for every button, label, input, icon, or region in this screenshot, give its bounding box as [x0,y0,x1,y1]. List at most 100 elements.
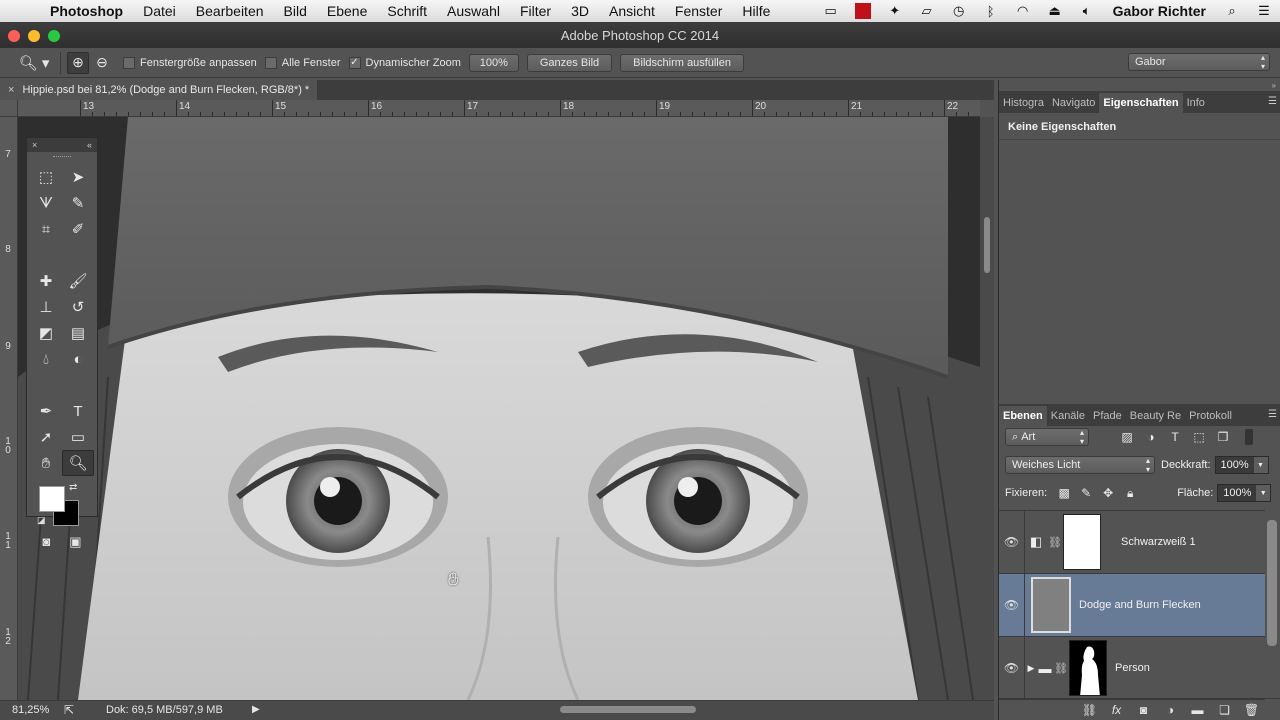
pen-tool-icon[interactable]: ✒ [30,398,62,424]
brush-tool-icon[interactable]: 🖌︎ [62,268,94,294]
horizontal-scrollbar-thumb[interactable] [560,706,696,713]
zoom-tool-preset-icon[interactable]: 🔍︎ ▾ [14,54,54,72]
tab-history[interactable]: Protokoll [1185,406,1236,426]
menu-app-photoshop[interactable]: Photoshop [40,3,133,19]
tab-properties[interactable]: Eigenschaften [1099,93,1183,113]
eyedropper-tool-icon[interactable]: ✐ [62,216,94,242]
layer-filter-select[interactable]: ⌕ Art ▴ ▾ [1005,428,1089,446]
new-group-icon[interactable]: ▬ [1184,703,1211,717]
lasso-tool-icon[interactable]: ᗐ [30,190,62,216]
vertical-ruler[interactable]: 7 8 9 1 0 1 1 1 2 [0,117,18,700]
zoom-out-icon[interactable]: ⊖ [91,52,113,74]
link-layers-icon[interactable]: ⛓︎ [1076,703,1103,717]
export-icon[interactable]: ⇱ [64,703,74,717]
status-menu-arrow-icon[interactable]: ▶ [252,704,260,715]
window-zoom-button[interactable] [48,30,60,42]
screen-mode-icon[interactable]: ▣ [69,534,81,550]
fit-screen-button[interactable]: Ganzes Bild [526,53,613,72]
ruler-origin[interactable] [0,100,18,117]
window-close-button[interactable] [8,30,20,42]
zoom-level[interactable]: 81,25% [12,704,49,716]
mask-link-icon[interactable]: ⛓︎ [1053,662,1069,675]
gradient-tool-icon[interactable]: ▤ [62,320,94,346]
wifi-icon[interactable]: ◠ [1012,3,1034,19]
zoom-100-button[interactable]: 100% [468,53,519,72]
blur-tool-icon[interactable]: 💧︎ [30,346,62,372]
zoom-in-icon[interactable]: ⊕ [67,51,89,74]
rectangle-tool-icon[interactable]: ▭ [62,424,94,450]
menu-hilfe[interactable]: Hilfe [732,3,780,19]
dodge-tool-icon[interactable]: ◐ [62,346,94,372]
spotlight-search-icon[interactable]: ⌕ [1221,3,1243,19]
fill-screen-button[interactable]: Bildschirm ausfüllen [620,53,744,72]
add-mask-icon[interactable]: ◙ [1130,703,1157,717]
filter-adjustment-icon[interactable]: ◑ [1139,430,1163,444]
trash-icon[interactable]: 🗑︎ [1238,703,1265,717]
tab-beauty-retouch[interactable]: Beauty Re [1126,406,1185,426]
volume-icon[interactable]: 🔈︎ [1076,3,1098,19]
eject-icon[interactable]: ⏏ [1044,3,1066,19]
menu-datei[interactable]: Datei [133,3,186,19]
healing-brush-tool-icon[interactable]: ✚ [30,268,62,294]
lock-position-icon[interactable]: ✥ [1097,486,1119,501]
menu-auswahl[interactable]: Auswahl [437,3,510,19]
menu-3d[interactable]: 3D [561,3,599,19]
airplay-display-icon[interactable]: ▭ [820,3,842,19]
window-minimize-button[interactable] [28,30,40,42]
notification-center-icon[interactable]: ☰ [1253,3,1275,19]
group-mask-thumbnail[interactable] [1069,640,1107,696]
lock-all-icon[interactable]: 🔒︎ [1119,486,1141,501]
bluetooth-icon[interactable]: ᛒ [980,3,1002,19]
tab-navigator[interactable]: Navigato [1048,93,1099,113]
canvas-vertical-scrollbar[interactable] [980,117,994,700]
horizontal-ruler[interactable]: 13 14 15 16 17 18 19 20 21 22 [18,100,980,117]
chevron-down-icon[interactable]: ▼ [1253,457,1268,473]
layer-name[interactable]: Schwarzweiß 1 [1121,536,1196,548]
layer-row-person[interactable]: 👁︎ ▶ ▬ ⛓︎ Person [999,636,1265,700]
lock-transparency-icon[interactable]: ▩ [1053,486,1075,501]
menu-bild[interactable]: Bild [274,3,317,19]
tab-paths[interactable]: Pfade [1089,406,1126,426]
collapse-panel-icon[interactable]: « [87,140,92,150]
tab-histogram[interactable]: Histogra [999,93,1048,113]
red-app-icon[interactable] [852,3,874,19]
path-selection-tool-icon[interactable]: ➚ [30,424,62,450]
visibility-eye-icon[interactable]: 👁︎ [999,510,1025,574]
layer-list-scrollbar[interactable] [1267,520,1277,646]
resize-windows-checkbox[interactable]: Fenstergröße anpassen [123,56,257,69]
tab-info[interactable]: Info [1183,93,1209,113]
menu-schrift[interactable]: Schrift [377,3,437,19]
move-tool-icon[interactable]: ➤ [62,164,94,190]
panel-menu-icon[interactable]: ☰ [1268,409,1277,420]
expand-group-icon[interactable]: ▶ [1025,663,1037,674]
scrubby-zoom-checkbox[interactable]: ✓ Dynamischer Zoom [348,56,461,69]
filter-toggle[interactable] [1245,429,1253,445]
lock-pixels-icon[interactable]: ✎ [1075,486,1097,501]
filter-smart-object-icon[interactable]: ❐ [1211,430,1235,444]
type-tool-icon[interactable]: T [62,398,94,424]
hand-tool-icon[interactable]: ✋︎ [30,450,62,476]
dropbox-icon[interactable]: ✦ [884,3,906,19]
filter-type-icon[interactable]: T [1163,430,1187,444]
visibility-eye-icon[interactable]: 👁︎ [999,636,1025,700]
time-machine-icon[interactable]: ◷ [948,3,970,19]
panel-menu-icon[interactable]: ☰ [1268,96,1277,107]
default-colors-icon[interactable]: ◪ [37,515,46,526]
filter-pixel-icon[interactable]: ▨ [1115,430,1139,444]
menu-fenster[interactable]: Fenster [665,3,732,19]
airplay-icon[interactable]: ▱ [916,3,938,19]
layer-mask-thumbnail[interactable] [1063,514,1101,570]
eraser-tool-icon[interactable]: ◩ [30,320,62,346]
marquee-tool-icon[interactable]: ⬚ [30,164,62,190]
scrollbar-thumb[interactable] [984,217,990,273]
layer-style-fx-icon[interactable]: fx [1103,703,1130,717]
visibility-eye-icon[interactable]: 👁︎ [999,573,1025,637]
quick-selection-tool-icon[interactable]: ✎ [62,190,94,216]
layer-row-schwarzweiss[interactable]: 👁︎ ◧ ⛓︎ Schwarzweiß 1 [999,510,1265,574]
all-windows-checkbox[interactable]: Alle Fenster [264,56,341,69]
layer-thumbnail[interactable] [1031,577,1071,633]
history-brush-tool-icon[interactable]: ↺ [62,294,94,320]
user-name[interactable]: Gabor Richter [1113,3,1206,19]
menu-ansicht[interactable]: Ansicht [599,3,665,19]
image-canvas[interactable]: ✋︎ [18,117,980,700]
